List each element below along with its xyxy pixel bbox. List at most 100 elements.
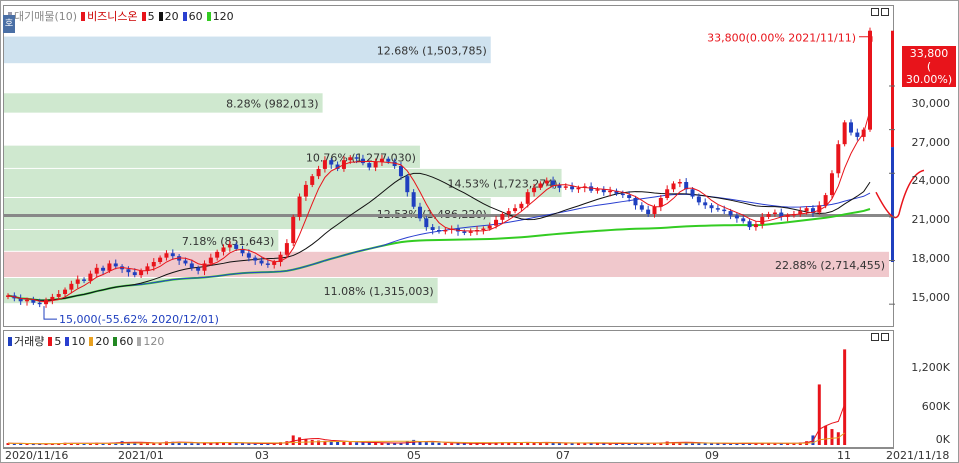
candle-body — [538, 183, 543, 188]
legend-ma20[interactable]: 20 — [158, 8, 179, 24]
volume-bar — [564, 443, 568, 445]
legend-vma20[interactable]: 20 — [89, 333, 109, 349]
candle-body — [398, 166, 403, 177]
volume-pane[interactable]: 거래량 5 10 20 60 120 — [3, 330, 894, 448]
low-annotation: 15,000(-55.62% 2020/12/01) — [59, 313, 219, 326]
candle-body — [417, 206, 422, 219]
volume-bar — [253, 443, 257, 445]
candle-body — [386, 158, 391, 162]
candle-body — [430, 227, 435, 230]
candle-body — [272, 262, 277, 265]
volume-bar — [570, 443, 574, 445]
legend-vma5-label: 5 — [54, 334, 62, 348]
legend-volume-profile-label: 대기매물(10) — [14, 10, 78, 23]
candle-body — [696, 196, 701, 203]
candle-body — [265, 263, 270, 265]
legend-ma120-label: 120 — [212, 9, 234, 23]
vma5-swatch-icon — [48, 336, 53, 346]
candle-body — [753, 224, 758, 228]
candle-body — [170, 253, 175, 257]
candle-body — [760, 216, 765, 225]
candle-body — [772, 212, 777, 214]
candle-body — [855, 132, 860, 137]
candle-body — [50, 296, 55, 300]
candle-body — [576, 187, 581, 190]
candle-body — [215, 251, 220, 258]
legend-stock-label: 비즈니스온 — [87, 10, 138, 23]
legend-stock[interactable]: 비즈니스온 — [81, 8, 138, 24]
candle-body — [158, 257, 163, 262]
candle-body — [75, 279, 80, 284]
vma10-swatch-icon — [65, 336, 70, 346]
candle-body — [595, 189, 600, 191]
close-icon[interactable] — [881, 8, 889, 16]
minimize-icon[interactable] — [871, 333, 879, 341]
volume-bar — [196, 443, 200, 445]
candle-body — [519, 203, 524, 209]
candle-body — [208, 257, 213, 264]
low-annotation-arrow — [43, 306, 57, 320]
vma120-swatch-icon — [137, 336, 142, 346]
candle-body — [722, 209, 727, 212]
candle-body — [183, 260, 188, 264]
legend-volume[interactable]: 거래량 — [8, 333, 44, 349]
x-label-end: 2021/11/18 — [886, 449, 950, 462]
legend-vma60-label: 60 — [119, 334, 134, 348]
legend-ma5-label: 5 — [147, 9, 155, 23]
candle-body — [487, 225, 492, 229]
legend-ma5[interactable]: 5 — [141, 8, 155, 24]
candle-body — [652, 206, 657, 214]
legend-vma5[interactable]: 5 — [48, 333, 61, 349]
candle-body — [424, 218, 429, 228]
volume-bar — [361, 442, 365, 445]
volume-profile-label: 12.68% (1,503,785) — [377, 44, 487, 57]
candle-body — [608, 190, 613, 193]
side-toggle-button[interactable]: 호 — [3, 15, 15, 33]
minimize-icon[interactable] — [871, 8, 879, 16]
volume-bar — [342, 441, 346, 445]
candle-body — [82, 279, 87, 281]
candle-body — [481, 228, 486, 230]
candle-body — [462, 231, 467, 233]
volume-bar — [830, 429, 834, 445]
volume-bar — [228, 442, 232, 445]
volume-bar — [437, 442, 441, 445]
candle-body — [671, 183, 676, 190]
legend-ma60[interactable]: 60 — [182, 8, 203, 24]
volume-bar — [824, 425, 828, 445]
volume-bar — [367, 442, 371, 445]
candle-body — [829, 173, 834, 196]
stock-swatch-icon — [81, 11, 86, 21]
ma20-swatch-icon — [158, 11, 163, 21]
candle-body — [513, 208, 518, 212]
candle-body — [823, 195, 828, 206]
candle-body — [189, 263, 194, 268]
volume-bar — [348, 442, 352, 445]
candle-body — [139, 270, 144, 276]
legend-vma120[interactable]: 120 — [137, 333, 164, 349]
volume-bar — [386, 443, 390, 445]
candle-body — [836, 144, 841, 174]
legend-vma60[interactable]: 60 — [113, 333, 133, 349]
legend-vma10[interactable]: 10 — [65, 333, 85, 349]
volume-bar — [355, 442, 359, 445]
legend-volume-profile[interactable]: 대기매물(10) — [8, 8, 77, 24]
candle-body — [88, 273, 93, 281]
volume-bar — [380, 442, 384, 445]
candle-body — [132, 272, 137, 276]
candle-body — [411, 192, 416, 207]
candle-body — [633, 198, 638, 206]
candle-body — [360, 158, 365, 164]
legend-ma120[interactable]: 120 — [206, 8, 234, 24]
x-label-03: 03 — [255, 449, 269, 462]
y-tick-15000: 15,000 — [911, 291, 951, 304]
close-icon[interactable] — [881, 333, 889, 341]
price-pane[interactable]: 12.68% (1,503,785) 8.28% (982,013) 10.76% … — [3, 5, 925, 327]
candle-body — [690, 189, 695, 197]
candle-body — [379, 158, 384, 162]
candle-body — [126, 269, 131, 273]
candle-body — [639, 205, 644, 210]
candle-body — [329, 160, 334, 165]
candle-body — [703, 202, 708, 206]
volume-bar — [836, 432, 840, 445]
